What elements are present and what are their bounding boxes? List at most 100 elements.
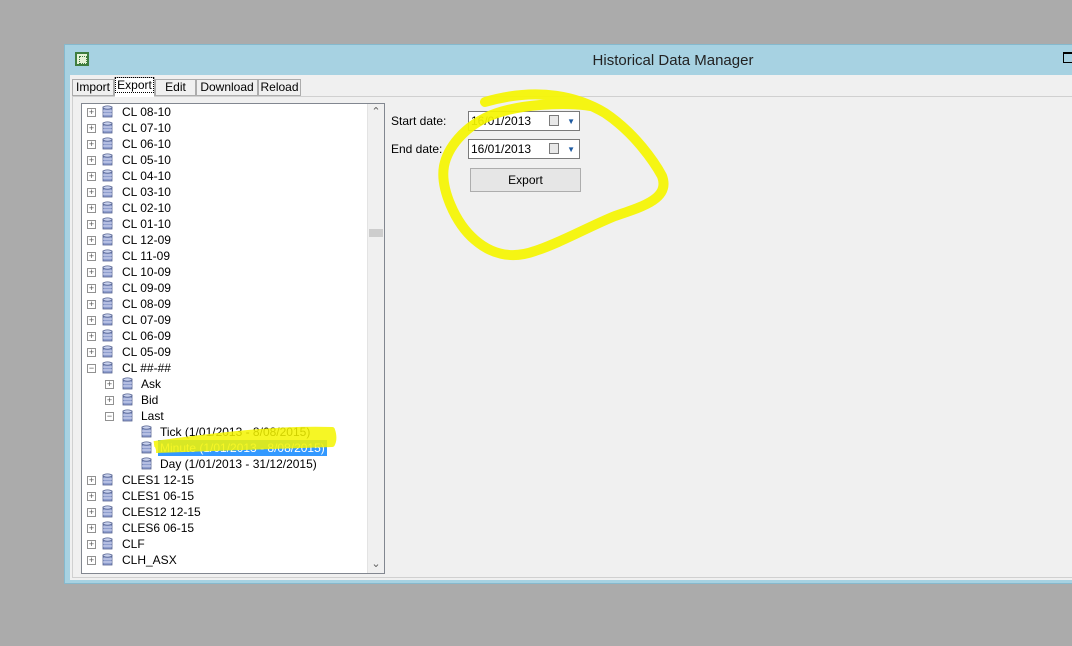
database-icon xyxy=(102,521,113,534)
tree-item-label: CL 02-10 xyxy=(122,201,171,215)
calendar-icon[interactable] xyxy=(549,143,559,154)
expand-icon[interactable]: + xyxy=(87,300,96,309)
database-icon xyxy=(102,537,113,550)
tree-item-label: CL 03-10 xyxy=(122,185,171,199)
scroll-down-icon[interactable]: ⌄ xyxy=(368,556,384,573)
expand-icon[interactable]: + xyxy=(87,316,96,325)
end-date-value: 16/01/2013 xyxy=(471,142,532,156)
tree-item-label: Day (1/01/2013 - 31/12/2015) xyxy=(160,457,317,471)
database-icon xyxy=(141,441,152,454)
database-icon xyxy=(102,201,113,214)
app-window: Historical Data Manager Import Export Ed… xyxy=(64,44,1072,584)
tree-item-label: CL 07-09 xyxy=(122,313,171,327)
expand-icon[interactable]: + xyxy=(87,284,96,293)
start-date-label: Start date: xyxy=(391,114,447,128)
database-icon xyxy=(102,553,113,566)
database-icon xyxy=(102,233,113,246)
tree-item-label: CL 06-10 xyxy=(122,137,171,151)
tab-label: Export xyxy=(115,77,154,93)
start-date-picker[interactable]: 16/01/2013 ▼ xyxy=(468,111,580,131)
expand-icon[interactable]: + xyxy=(105,380,114,389)
tree-item-label: CL 04-10 xyxy=(122,169,171,183)
database-icon xyxy=(102,137,113,150)
database-icon xyxy=(122,377,133,390)
database-icon xyxy=(102,105,113,118)
expand-icon[interactable]: + xyxy=(87,252,96,261)
tree-item-label: CL 09-09 xyxy=(122,281,171,295)
expand-icon[interactable]: + xyxy=(87,540,96,549)
expand-icon[interactable]: + xyxy=(87,508,96,517)
database-icon xyxy=(102,281,113,294)
database-icon xyxy=(122,409,133,422)
database-icon xyxy=(122,393,133,406)
expand-icon[interactable]: + xyxy=(105,396,114,405)
database-icon xyxy=(102,489,113,502)
dropdown-arrow-icon[interactable]: ▼ xyxy=(567,141,575,159)
tree-item-label: CLH_ASX xyxy=(122,553,177,567)
expand-icon[interactable]: + xyxy=(87,140,96,149)
expand-icon[interactable]: + xyxy=(87,156,96,165)
tab-label: Edit xyxy=(165,80,186,94)
tree-item-label: Bid xyxy=(141,393,159,407)
expand-icon[interactable]: + xyxy=(87,332,96,341)
database-icon xyxy=(102,169,113,182)
window-title: Historical Data Manager xyxy=(592,52,754,69)
tab-label: Import xyxy=(75,80,110,94)
start-date-value: 16/01/2013 xyxy=(471,114,532,128)
expand-icon[interactable]: + xyxy=(87,524,96,533)
tree-scrollbar[interactable]: ⌃ ⌄ xyxy=(367,104,384,573)
expand-icon[interactable]: + xyxy=(87,188,96,197)
tab-label: Reload xyxy=(260,80,299,94)
tree-item-label: CLES6 06-15 xyxy=(122,521,195,535)
instrument-tree[interactable]: + CLH_ASX + CLF + CLES6 06-15 + CLES12 12-15 + CL… xyxy=(81,103,385,574)
tree-item-label: CLES1 06-15 xyxy=(122,489,195,503)
tree-item-label: CL 08-10 xyxy=(122,105,171,119)
tree-item-label: Minute (1/01/2013 - 8/08/2015) xyxy=(158,440,327,456)
expand-icon[interactable]: + xyxy=(87,204,96,213)
tree-item-label: CL 05-10 xyxy=(122,153,171,167)
expand-icon[interactable]: + xyxy=(87,172,96,181)
collapse-icon[interactable]: − xyxy=(87,364,96,373)
scroll-thumb[interactable] xyxy=(369,229,383,237)
expand-icon[interactable]: + xyxy=(87,348,96,357)
expand-icon[interactable]: + xyxy=(87,236,96,245)
tab-download[interactable]: Download xyxy=(196,79,258,96)
database-icon xyxy=(102,297,113,310)
scroll-up-icon[interactable]: ⌃ xyxy=(368,104,384,121)
tree-item-label: CL 08-09 xyxy=(122,297,171,311)
title-bar[interactable]: Historical Data Manager xyxy=(65,45,1072,75)
dropdown-arrow-icon[interactable]: ▼ xyxy=(567,113,575,131)
calendar-icon[interactable] xyxy=(549,115,559,126)
expand-icon[interactable]: + xyxy=(87,492,96,501)
tree-item-label: CLES12 12-15 xyxy=(122,505,201,519)
tree-item-label: Tick (1/01/2013 - 8/08/2015) xyxy=(160,425,311,439)
collapse-icon[interactable]: − xyxy=(105,412,114,421)
expand-icon[interactable]: + xyxy=(87,220,96,229)
end-date-picker[interactable]: 16/01/2013 ▼ xyxy=(468,139,580,159)
expand-icon[interactable]: + xyxy=(87,124,96,133)
tab-edit[interactable]: Edit xyxy=(155,79,196,96)
tab-reload[interactable]: Reload xyxy=(258,79,301,96)
database-icon xyxy=(102,265,113,278)
database-icon xyxy=(102,473,113,486)
expand-icon[interactable]: + xyxy=(87,108,96,117)
tree-item-label: CL ##-## xyxy=(122,361,171,375)
tab-export[interactable]: Export xyxy=(114,77,155,97)
database-icon xyxy=(102,313,113,326)
maximize-icon[interactable] xyxy=(1063,52,1072,63)
tree-item-label: Last xyxy=(141,409,164,423)
tree-item-label: CLF xyxy=(122,537,145,551)
database-icon xyxy=(102,505,113,518)
expand-icon[interactable]: + xyxy=(87,556,96,565)
tree-item-label: CL 11-09 xyxy=(122,249,171,263)
tab-import[interactable]: Import xyxy=(72,79,114,96)
database-icon xyxy=(102,249,113,262)
tree-item-label: CLES1 12-15 xyxy=(122,473,195,487)
tree-item-label: CL 05-09 xyxy=(122,345,171,359)
database-icon xyxy=(102,185,113,198)
tree-item-label: CL 12-09 xyxy=(122,233,171,247)
expand-icon[interactable]: + xyxy=(87,476,96,485)
expand-icon[interactable]: + xyxy=(87,268,96,277)
export-button[interactable]: Export xyxy=(470,168,581,192)
export-tab-panel: + CLH_ASX + CLF + CLES6 06-15 + CLES12 12-15 + CL… xyxy=(72,96,1072,578)
